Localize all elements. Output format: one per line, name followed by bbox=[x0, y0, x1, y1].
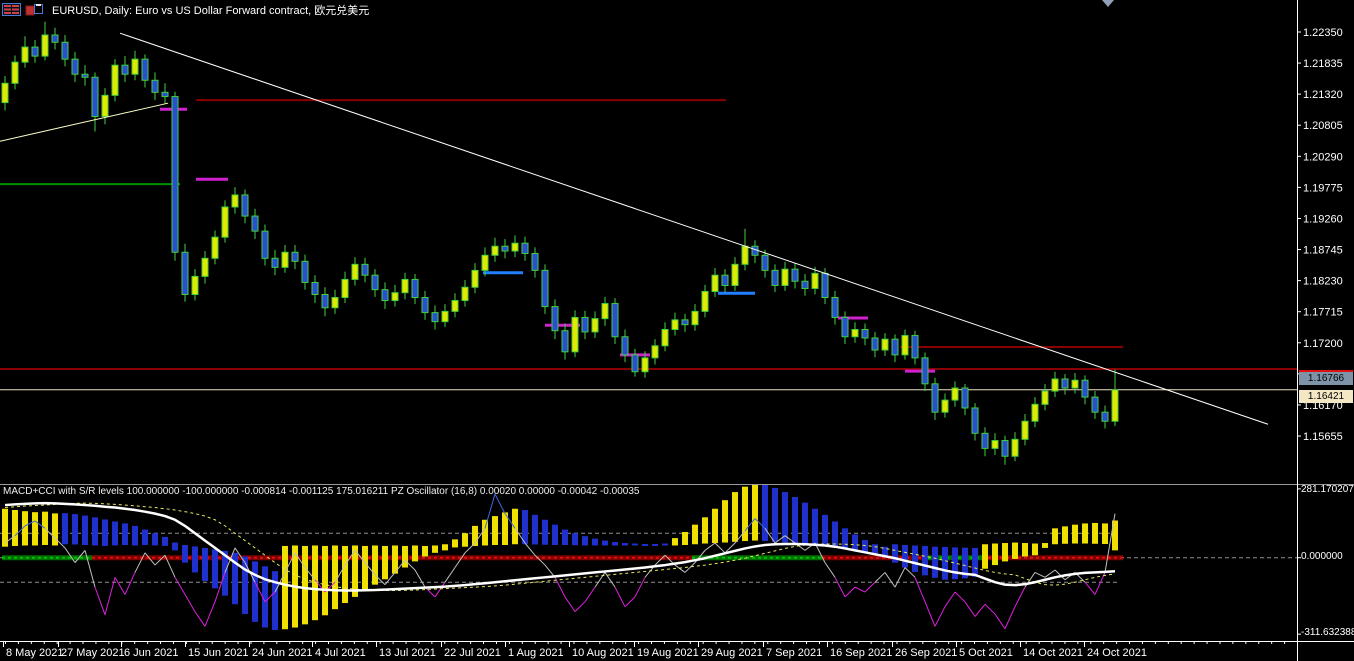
svg-text:1.20805: 1.20805 bbox=[1303, 120, 1343, 132]
indicator-axis-max: 281.170207 bbox=[1301, 484, 1354, 495]
svg-text:29 Aug 2021: 29 Aug 2021 bbox=[701, 647, 763, 659]
indicator-axis-zero: 0.000000 bbox=[1301, 551, 1343, 562]
mt5-chart-window: 1.22350 1.21835 1.21320 1.20805 1.20290 1.197… bbox=[0, 0, 1354, 661]
svg-text:7 Sep 2021: 7 Sep 2021 bbox=[766, 647, 822, 659]
svg-text:8 May 2021: 8 May 2021 bbox=[6, 647, 63, 659]
oscillator-pane[interactable] bbox=[0, 484, 1297, 630]
svg-text:16 Sep 2021: 16 Sep 2021 bbox=[830, 647, 892, 659]
svg-text:1.18745: 1.18745 bbox=[1303, 245, 1343, 257]
svg-text:1.19260: 1.19260 bbox=[1303, 213, 1343, 225]
chart-title: EURUSD, Daily: Euro vs US Dollar Forward… bbox=[52, 4, 370, 17]
svg-text:22 Jul 2021: 22 Jul 2021 bbox=[444, 647, 501, 659]
price-pane[interactable] bbox=[0, 21, 1297, 465]
svg-text:26 Sep 2021: 26 Sep 2021 bbox=[895, 647, 957, 659]
depth-of-market-icon[interactable] bbox=[2, 3, 21, 16]
indicator-header: MACD+CCI with S/R levels 100.000000 -100… bbox=[3, 486, 640, 497]
svg-text:24 Jun 2021: 24 Jun 2021 bbox=[252, 647, 313, 659]
svg-text:14 Oct 2021: 14 Oct 2021 bbox=[1023, 647, 1083, 659]
svg-text:15 Jun 2021: 15 Jun 2021 bbox=[188, 647, 249, 659]
svg-text:1.17715: 1.17715 bbox=[1303, 307, 1343, 319]
mouse-cursor-icon bbox=[1102, 0, 1114, 7]
chart-titlebar: EURUSD, Daily: Euro vs US Dollar Forward… bbox=[2, 2, 369, 17]
svg-text:1.19775: 1.19775 bbox=[1303, 182, 1343, 194]
price-tag-sr-level: 1.16766 bbox=[1299, 370, 1353, 385]
indicator-axis-min: -311.632388 bbox=[1301, 627, 1354, 638]
svg-text:1.21320: 1.21320 bbox=[1303, 89, 1343, 101]
svg-text:1.17200: 1.17200 bbox=[1303, 338, 1343, 350]
svg-text:1 Aug 2021: 1 Aug 2021 bbox=[508, 647, 564, 659]
chart-symbol-icon[interactable] bbox=[25, 3, 44, 16]
price-tag-last-price: 1.16421 bbox=[1299, 390, 1353, 403]
svg-text:27 May 2021: 27 May 2021 bbox=[61, 647, 125, 659]
svg-text:1.21835: 1.21835 bbox=[1303, 58, 1343, 70]
svg-text:1.20290: 1.20290 bbox=[1303, 151, 1343, 163]
svg-text:13 Jul 2021: 13 Jul 2021 bbox=[379, 647, 436, 659]
svg-text:6 Jun 2021: 6 Jun 2021 bbox=[124, 647, 178, 659]
svg-text:1.15655: 1.15655 bbox=[1303, 431, 1343, 443]
svg-text:4 Jul 2021: 4 Jul 2021 bbox=[315, 647, 366, 659]
svg-text:1.18230: 1.18230 bbox=[1303, 276, 1343, 288]
svg-text:1.22350: 1.22350 bbox=[1303, 27, 1343, 39]
svg-text:19 Aug 2021: 19 Aug 2021 bbox=[637, 647, 699, 659]
chart-canvas[interactable]: 1.22350 1.21835 1.21320 1.20805 1.20290 1.197… bbox=[0, 0, 1354, 661]
svg-text:24 Oct 2021: 24 Oct 2021 bbox=[1087, 647, 1147, 659]
svg-text:5 Oct 2021: 5 Oct 2021 bbox=[959, 647, 1013, 659]
svg-text:10 Aug 2021: 10 Aug 2021 bbox=[572, 647, 634, 659]
